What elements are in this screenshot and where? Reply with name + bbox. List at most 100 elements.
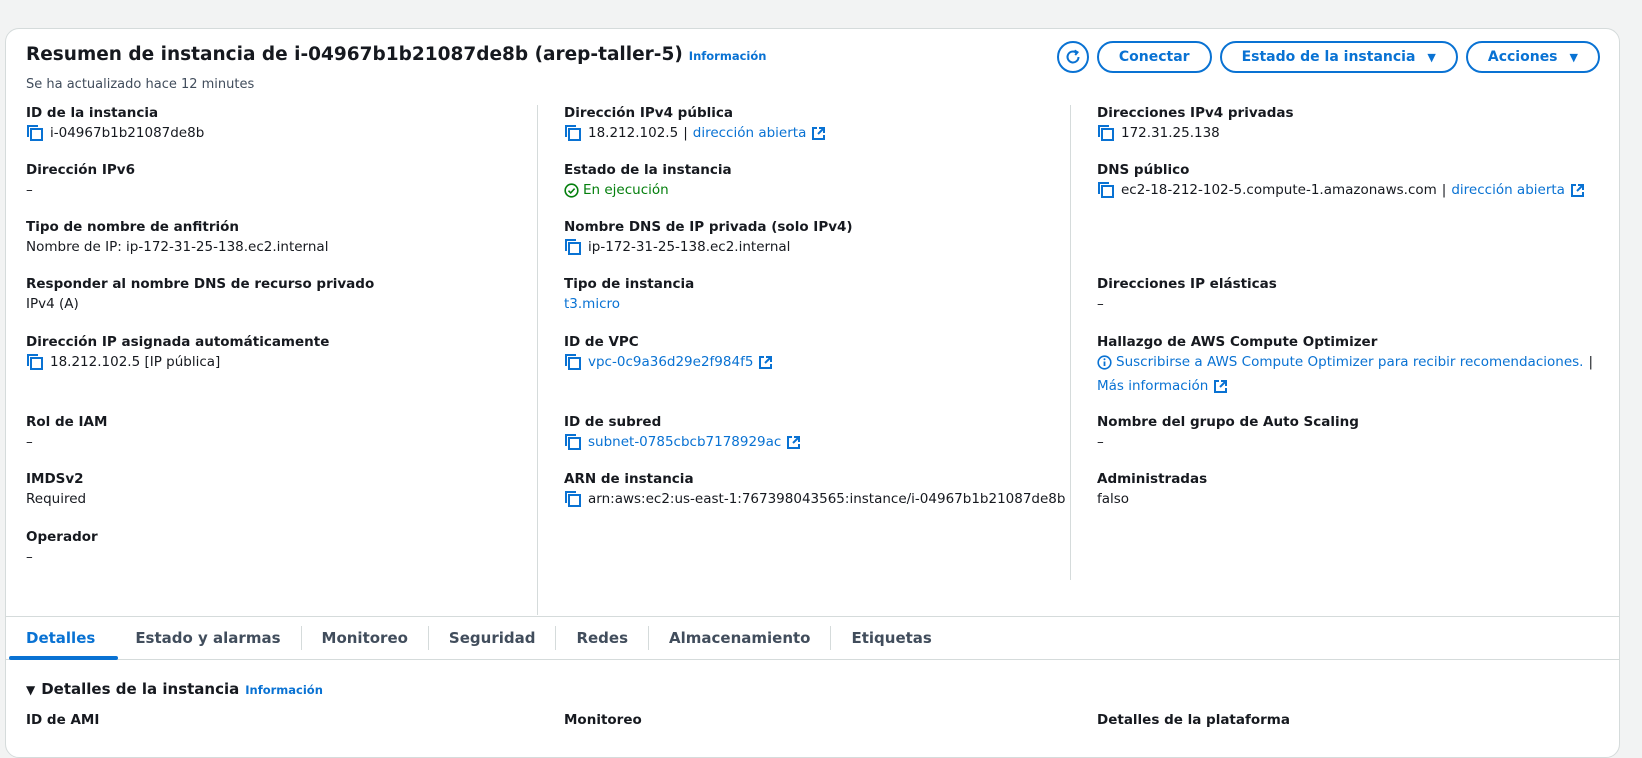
- external-link-icon[interactable]: [758, 355, 773, 370]
- external-link-icon[interactable]: [1213, 379, 1228, 394]
- connect-button[interactable]: Conectar: [1096, 41, 1212, 73]
- hostname-type-value: Nombre de IP: ip-172-31-25-138.ec2.inter…: [26, 239, 329, 255]
- iam-role-value: –: [26, 434, 33, 450]
- ami-id-label: ID de AMI: [26, 712, 100, 728]
- field-label: Hallazgo de AWS Compute Optimizer: [1097, 334, 1378, 350]
- copy-icon[interactable]: [564, 239, 582, 255]
- info-circle-icon: [1097, 354, 1112, 370]
- field-label: Tipo de instancia: [564, 276, 695, 292]
- instance-state-label: Estado de la instancia: [1241, 49, 1416, 65]
- field-managed: Administradas falso: [1097, 471, 1207, 507]
- asg-value: –: [1097, 434, 1104, 450]
- field-label: Direcciones IP elásticas: [1097, 276, 1277, 292]
- caret-down-icon: ▼: [1569, 50, 1578, 64]
- field-label: Nombre del grupo de Auto Scaling: [1097, 414, 1359, 430]
- field-label: ID de la instancia: [26, 105, 159, 121]
- dns-resource-value: IPv4 (A): [26, 296, 79, 312]
- arn-value: arn:aws:ec2:us-east-1:767398043565:insta…: [588, 491, 1066, 507]
- tab-estado-alarmas[interactable]: Estado y alarmas: [115, 626, 302, 650]
- field-arn: ARN de instancia arn:aws:ec2:us-east-1:7…: [564, 471, 1065, 507]
- field-label: IMDSv2: [26, 471, 84, 487]
- imdsv2-value: Required: [26, 491, 87, 507]
- section-title-text: Detalles de la instancia: [41, 680, 240, 698]
- field-label: Dirección IPv6: [26, 162, 135, 178]
- field-compute-optimizer: Hallazgo de AWS Compute Optimizer Suscri…: [1097, 334, 1598, 394]
- tab-monitoreo[interactable]: Monitoreo: [302, 626, 429, 650]
- separator: |: [1441, 182, 1447, 198]
- monitoring-label: Monitoreo: [564, 712, 642, 728]
- copy-icon[interactable]: [26, 354, 44, 370]
- field-label: Estado de la instancia: [564, 162, 732, 178]
- tab-detalles[interactable]: Detalles: [6, 626, 119, 660]
- field-private-dns: Nombre DNS de IP privada (solo IPv4) ip-…: [564, 219, 853, 255]
- public-dns-value: ec2-18-212-102-5.compute-1.amazonaws.com: [1121, 182, 1437, 198]
- instance-id-value: i-04967b1b21087de8b: [50, 125, 205, 141]
- field-label: Responder al nombre DNS de recurso priva…: [26, 276, 375, 292]
- optimizer-subscribe-link[interactable]: Suscribirse a AWS Compute Optimizer para…: [1116, 354, 1583, 370]
- separator: |: [683, 125, 688, 141]
- more-info-link[interactable]: Más información: [1097, 378, 1208, 394]
- detail-tabs: Detalles Estado y alarmas Monitoreo Segu…: [6, 616, 1619, 660]
- vpc-id-link[interactable]: vpc-0c9a36d29e2f984f5: [588, 354, 753, 370]
- field-vpc-id: ID de VPC vpc-0c9a36d29e2f984f5: [564, 334, 773, 370]
- refresh-button[interactable]: [1056, 41, 1089, 73]
- actions-dropdown[interactable]: Acciones ▼: [1465, 41, 1600, 73]
- platform-details-label: Detalles de la plataforma: [1097, 712, 1290, 728]
- field-elastic-ip: Direcciones IP elásticas –: [1097, 276, 1277, 312]
- header-actions: Conectar Estado de la instancia ▼ Accione…: [1056, 41, 1600, 73]
- external-link-icon[interactable]: [1570, 183, 1585, 198]
- subnet-id-link[interactable]: subnet-0785cbcb7178929ac: [588, 434, 781, 450]
- collapse-triangle-icon[interactable]: ▼: [26, 683, 35, 697]
- field-label: Nombre DNS de IP privada (solo IPv4): [564, 219, 853, 235]
- instance-type-link[interactable]: t3.micro: [564, 296, 694, 312]
- tab-seguridad[interactable]: Seguridad: [429, 626, 557, 650]
- copy-icon[interactable]: [564, 491, 582, 507]
- field-label: Administradas: [1097, 471, 1208, 487]
- open-address-link[interactable]: dirección abierta: [1451, 182, 1565, 198]
- last-updated-text: Se ha actualizado hace 12 minutes: [26, 77, 255, 92]
- external-link-icon[interactable]: [786, 435, 801, 450]
- instance-details-header[interactable]: ▼ Detalles de la instancia Información: [26, 680, 323, 698]
- copy-icon[interactable]: [564, 434, 582, 450]
- field-auto-ip: Dirección IP asignada automáticamente 18…: [26, 334, 329, 370]
- private-dns-value: ip-172-31-25-138.ec2.internal: [588, 239, 791, 255]
- copy-icon[interactable]: [1097, 182, 1115, 198]
- field-label: ID de VPC: [564, 334, 639, 350]
- running-status: En ejecución: [583, 182, 669, 198]
- elastic-ip-value: –: [1097, 296, 1104, 312]
- tab-redes[interactable]: Redes: [556, 626, 650, 650]
- managed-value: falso: [1097, 491, 1130, 507]
- copy-icon[interactable]: [564, 125, 582, 141]
- field-public-dns: DNS público ec2-18-212-102-5.compute-1.a…: [1097, 162, 1585, 198]
- copy-icon[interactable]: [26, 125, 44, 141]
- actions-label: Acciones: [1487, 49, 1558, 65]
- field-hostname-type: Tipo de nombre de anfitrión Nombre de IP…: [26, 219, 328, 255]
- field-instance-state: Estado de la instancia En ejecución: [564, 162, 732, 198]
- instance-state-dropdown[interactable]: Estado de la instancia ▼: [1219, 41, 1458, 73]
- field-label: ARN de instancia: [564, 471, 694, 487]
- tab-almacenamiento[interactable]: Almacenamiento: [649, 626, 832, 650]
- ipv6-value: –: [26, 182, 33, 198]
- field-instance-type: Tipo de instancia t3.micro: [564, 276, 694, 312]
- copy-icon[interactable]: [1097, 125, 1115, 141]
- auto-ip-value: 18.212.102.5 [IP pública]: [50, 354, 221, 370]
- field-ipv6: Dirección IPv6 –: [26, 162, 135, 198]
- field-instance-id: ID de la instancia i-04967b1b21087de8b: [26, 105, 204, 141]
- tab-etiquetas[interactable]: Etiquetas: [831, 626, 951, 650]
- caret-down-icon: ▼: [1427, 50, 1436, 64]
- page-title: Resumen de instancia de i-04967b1b21087d…: [26, 44, 766, 65]
- refresh-icon: [1066, 49, 1080, 64]
- field-label: DNS público: [1097, 162, 1190, 178]
- field-public-ipv4: Dirección IPv4 pública 18.212.102.5 | dire…: [564, 105, 826, 141]
- private-ipv4-value: 172.31.25.138: [1121, 125, 1220, 141]
- field-label: Tipo de nombre de anfitrión: [26, 219, 239, 235]
- copy-icon[interactable]: [564, 354, 582, 370]
- field-label: Rol de IAM: [26, 414, 108, 430]
- info-link[interactable]: Información: [245, 683, 323, 697]
- open-address-link[interactable]: dirección abierta: [693, 125, 807, 141]
- field-operator: Operador –: [26, 529, 98, 565]
- external-link-icon[interactable]: [811, 126, 826, 141]
- field-label: ID de subred: [564, 414, 662, 430]
- info-link[interactable]: Información: [689, 49, 767, 63]
- public-ipv4-value: 18.212.102.5: [588, 125, 679, 141]
